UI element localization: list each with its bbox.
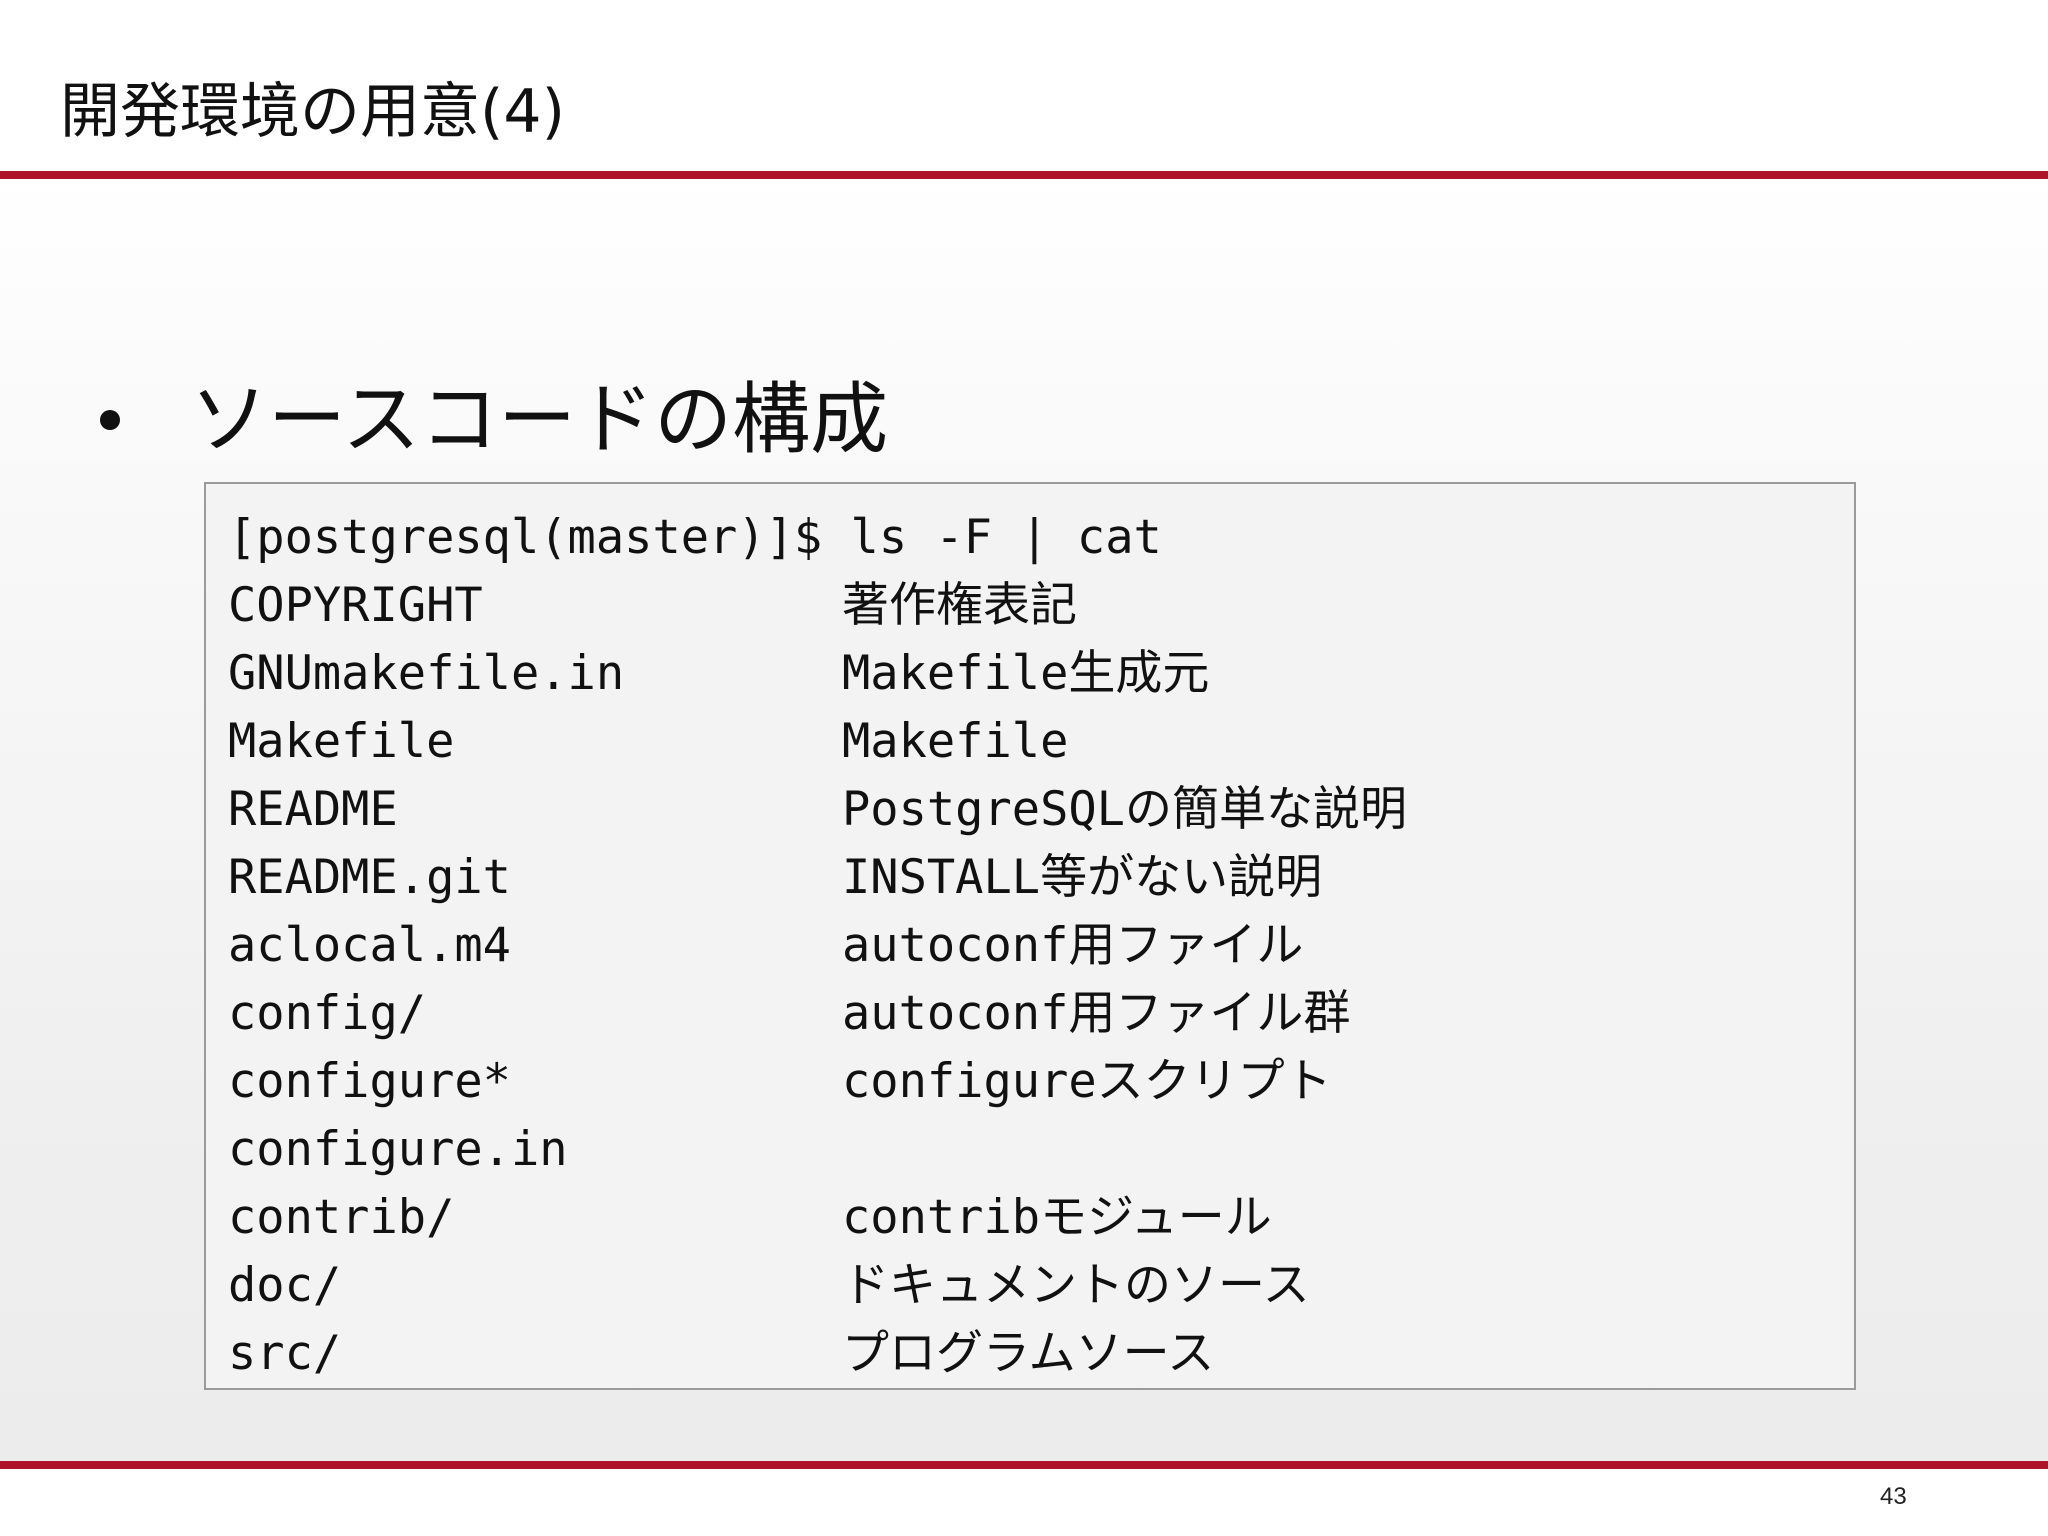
listing-file-name: doc/ — [228, 1258, 342, 1313]
listing-row: contrib/ contribモジュール — [228, 1184, 1854, 1252]
listing-row: configure.in — [228, 1116, 1854, 1184]
listing-file-description: PostgreSQLの簡単な説明 — [842, 782, 1407, 837]
listing-file-description: 著作権表記 — [842, 578, 1077, 633]
listing-row: COPYRIGHT 著作権表記 — [228, 572, 1854, 640]
listing-file-description: contribモジュール — [842, 1190, 1272, 1245]
listing-row: src/ プログラムソース — [228, 1320, 1854, 1388]
listing-file-name: GNUmakefile.in — [228, 646, 625, 701]
listing-file-name: README — [228, 782, 398, 837]
terminal-command-line: [postgresql(master)]$ ls -F | cat — [228, 510, 1162, 565]
listing-file-description: INSTALL等がない説明 — [842, 850, 1323, 905]
listing-row: Makefile Makefile — [228, 708, 1854, 776]
listing-file-description: ドキュメントのソース — [842, 1258, 1310, 1313]
bullet-item: ソースコードの構成 — [100, 370, 888, 470]
slide-title: 開発環境の用意(4) — [60, 77, 565, 147]
listing-row: doc/ ドキュメントのソース — [228, 1252, 1854, 1320]
listing-row: configure* configureスクリプト — [228, 1048, 1854, 1116]
listing-file-name: configure.in — [228, 1122, 568, 1177]
listing-file-name: src/ — [228, 1326, 342, 1381]
title-divider — [0, 171, 2048, 179]
listing-file-name: README.git — [228, 850, 511, 905]
listing-row: config/ autoconf用ファイル群 — [228, 980, 1854, 1048]
listing-file-name: aclocal.m4 — [228, 918, 511, 973]
listing-row: aclocal.m4 autoconf用ファイル — [228, 912, 1854, 980]
page-number: 43 — [1880, 1483, 1907, 1510]
terminal-output-box: [postgresql(master)]$ ls -F | cat COPYRI… — [204, 482, 1856, 1390]
listing-file-name: contrib/ — [228, 1190, 455, 1245]
listing-file-name: Makefile — [228, 714, 455, 769]
listing-row: README PostgreSQLの簡単な説明 — [228, 776, 1854, 844]
footer-divider — [0, 1461, 2048, 1469]
listing-file-name: configure* — [228, 1054, 511, 1109]
listing-row: GNUmakefile.in Makefile生成元 — [228, 640, 1854, 708]
listing-file-name: COPYRIGHT — [228, 578, 483, 633]
listing-file-description: autoconf用ファイル — [842, 918, 1304, 973]
listing-file-description: Makefile — [842, 714, 1069, 769]
listing-file-description: Makefile生成元 — [842, 646, 1210, 701]
bullet-dot-icon — [100, 410, 120, 430]
listing-file-name: config/ — [228, 986, 427, 1041]
listing-file-description: プログラムソース — [842, 1326, 1215, 1381]
bullet-text: ソースコードの構成 — [190, 375, 889, 465]
listing-file-description: autoconf用ファイル群 — [842, 986, 1351, 1041]
listing-row: README.git INSTALL等がない説明 — [228, 844, 1854, 912]
slide: 開発環境の用意(4) ソースコードの構成 [postgresql(master)… — [0, 0, 2048, 1536]
listing-file-description: configureスクリプト — [842, 1054, 1332, 1109]
